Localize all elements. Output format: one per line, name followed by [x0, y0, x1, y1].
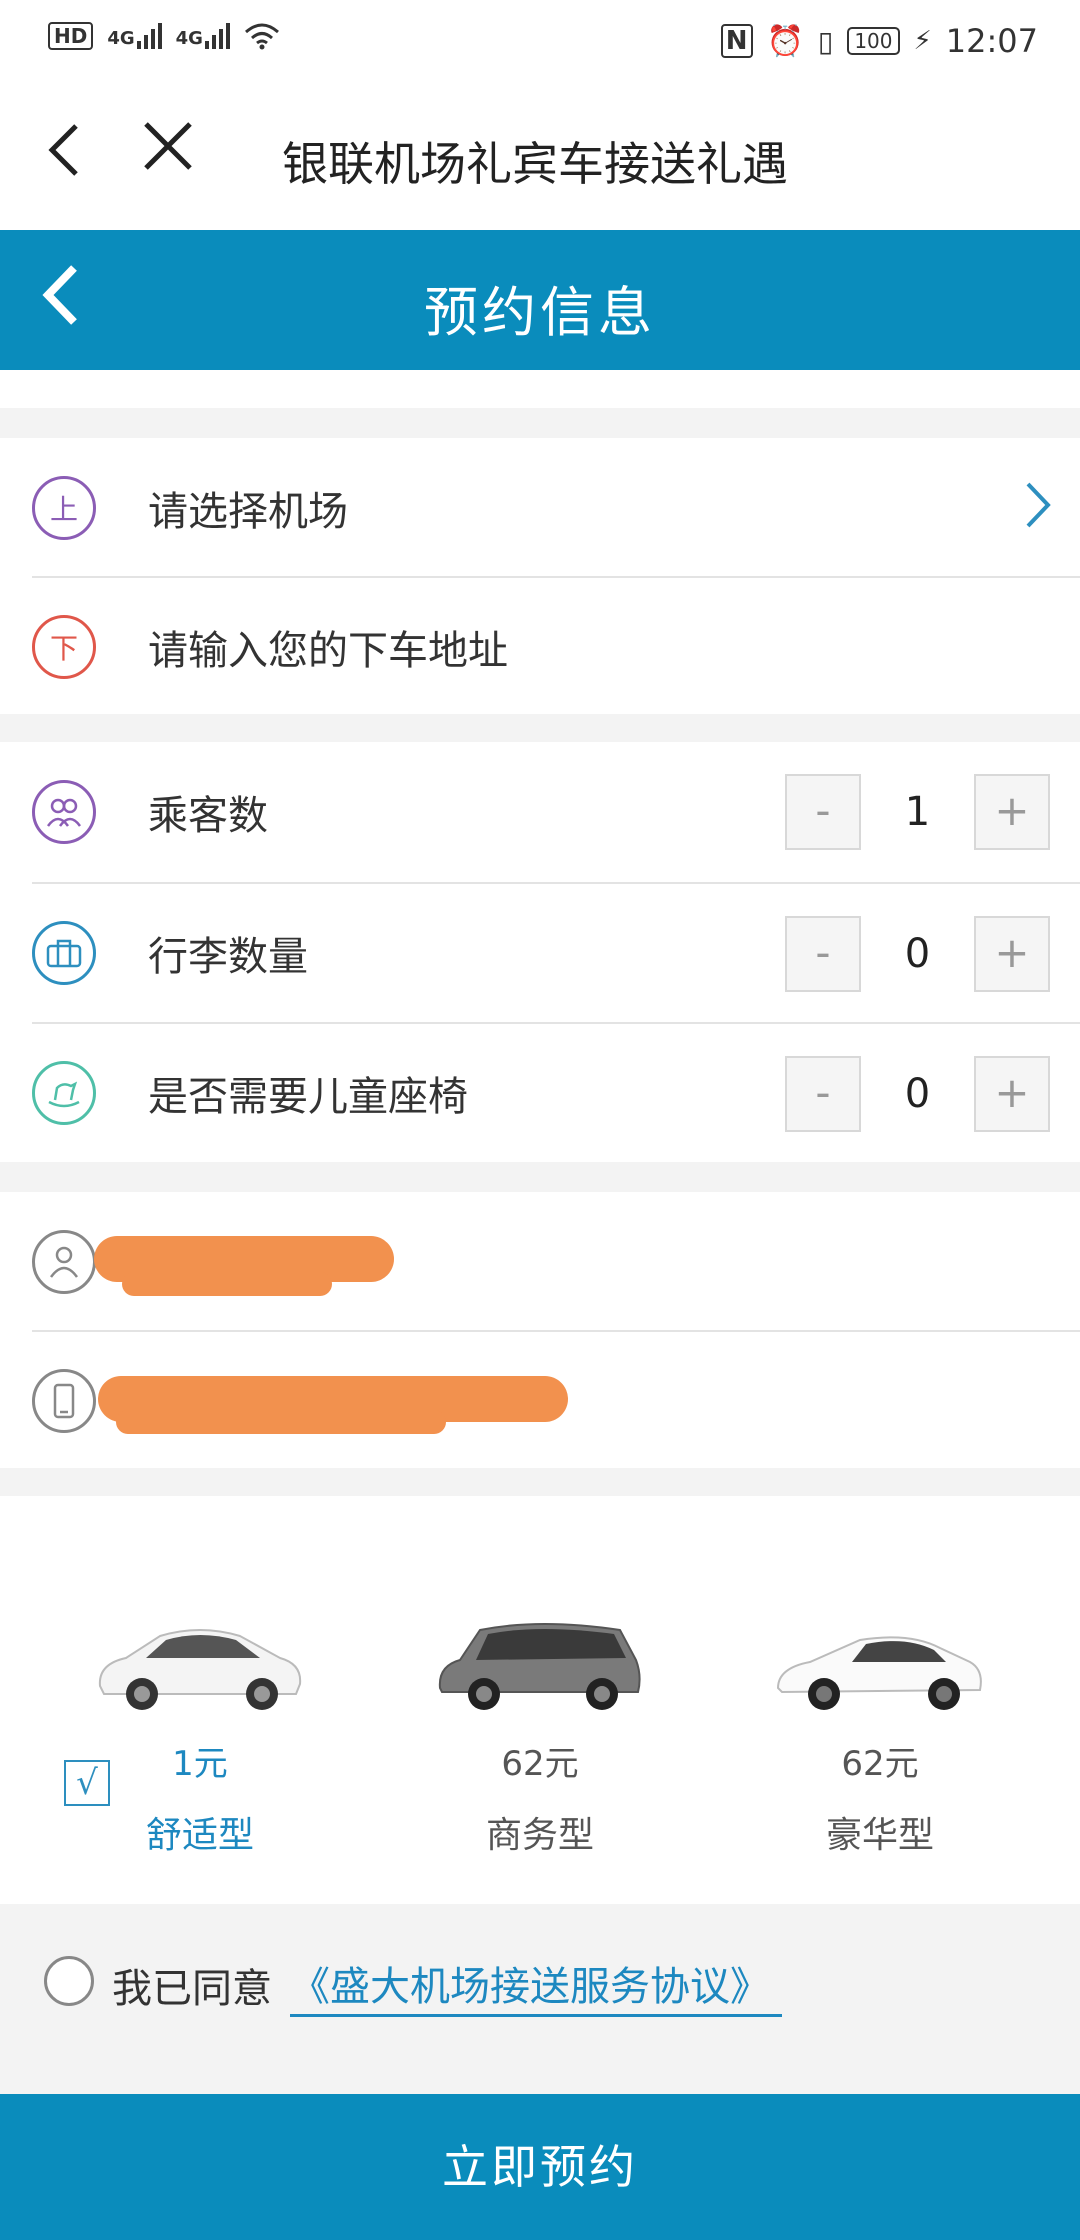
car-option-luxury[interactable]: 62元 豪华型: [740, 1496, 1020, 1904]
book-now-button[interactable]: 立即预约: [0, 2094, 1080, 2240]
car-price: 62元: [841, 1744, 919, 1784]
child-seat-value: 0: [904, 1071, 931, 1117]
child-seat-row: 是否需要儿童座椅 - 0 +: [32, 1022, 1080, 1162]
redacted-name-scribble: [122, 1272, 332, 1296]
child-seat-label: 是否需要儿童座椅: [148, 1074, 468, 1120]
car-option-comfort[interactable]: 1元 舒适型: [60, 1496, 340, 1904]
sedan-car-icon: [98, 1629, 302, 1710]
nfc-icon: N: [720, 24, 753, 58]
luggage-count-value: 0: [904, 931, 931, 977]
vibrate-icon: ▯: [817, 24, 834, 58]
contact-phone-row[interactable]: [32, 1330, 1080, 1470]
counts-card: 乘客数 - 1 + 行李数量 - 0 + 是否需要儿童座椅 - 0 +: [0, 742, 1080, 1162]
car-type-selector: 1元 舒适型 62元 商务型 62元 豪华型: [0, 1496, 1080, 1904]
luggage-count-row: 行李数量 - 0 +: [32, 882, 1080, 1022]
alarm-icon: ⏰: [766, 23, 804, 59]
app-header: 预约信息: [0, 230, 1080, 370]
clock: 12:07: [945, 22, 1038, 60]
browser-title: 银联机场礼宾车接送礼遇: [282, 137, 788, 191]
browser-toolbar: 银联机场礼宾车接送礼遇: [0, 80, 1080, 230]
car-price: 62元: [501, 1744, 579, 1784]
dropoff-badge-icon: 下: [32, 615, 96, 679]
luggage-minus-button[interactable]: -: [785, 916, 861, 992]
status-bar: HD 4G 4G N ⏰ ▯ 100 ⚡ 12:07: [0, 0, 1080, 80]
person-icon: [32, 1230, 96, 1294]
signal-2-icon: 4G: [176, 23, 230, 49]
passenger-minus-button[interactable]: -: [785, 774, 861, 850]
page-title: 预约信息: [424, 281, 656, 344]
redacted-phone-scribble: [116, 1410, 446, 1434]
charging-icon: ⚡: [913, 26, 932, 56]
agreement-section: 我已同意 《盛大机场接送服务协议》: [0, 1904, 1080, 2094]
passengers-icon: [32, 780, 96, 844]
child-seat-stepper: - 0 +: [785, 1056, 1050, 1132]
pickup-badge-icon: 上: [32, 476, 96, 540]
child-seat-plus-button[interactable]: +: [974, 1056, 1050, 1132]
dropoff-address-row[interactable]: 下 请输入您的下车地址: [32, 576, 1080, 716]
scroll-strip: [0, 370, 1080, 408]
coupe-car-icon: [776, 1636, 982, 1710]
car-type-label: 商务型: [485, 1815, 594, 1856]
hd-badge: HD: [48, 22, 94, 50]
signal-1-icon: 4G: [107, 23, 162, 49]
battery-indicator: 100: [847, 27, 900, 55]
passenger-count-label: 乘客数: [148, 793, 268, 839]
child-seat-icon: [32, 1061, 96, 1125]
phone-icon: [32, 1369, 96, 1433]
browser-back-icon[interactable]: [44, 120, 94, 190]
car-type-label: 舒适型: [145, 1815, 254, 1856]
pickup-airport-row[interactable]: 上 请选择机场: [32, 438, 1080, 578]
contact-name-row[interactable]: [32, 1192, 1080, 1332]
passenger-count-row: 乘客数 - 1 +: [32, 742, 1080, 882]
agreement-link[interactable]: 《盛大机场接送服务协议》: [290, 1954, 782, 2017]
status-right: N ⏰ ▯ 100 ⚡ 12:07: [720, 22, 1038, 60]
passenger-stepper: - 1 +: [785, 774, 1050, 850]
agree-prefix: 我已同意: [112, 1966, 272, 2012]
pickup-airport-label: 请选择机场: [148, 489, 348, 535]
child-seat-minus-button[interactable]: -: [785, 1056, 861, 1132]
agree-radio[interactable]: [44, 1956, 94, 2006]
luggage-plus-button[interactable]: +: [974, 916, 1050, 992]
passenger-plus-button[interactable]: +: [974, 774, 1050, 850]
wifi-icon: [244, 23, 279, 50]
status-left: HD 4G 4G: [48, 22, 280, 50]
comfort-selected-checkbox[interactable]: √: [64, 1760, 110, 1806]
car-option-business[interactable]: 62元 商务型: [400, 1496, 680, 1904]
dropoff-address-input[interactable]: 请输入您的下车地址: [148, 618, 508, 676]
luggage-icon: [32, 921, 96, 985]
chevron-right-icon: [1024, 480, 1052, 543]
luggage-stepper: - 0 +: [785, 916, 1050, 992]
car-type-label: 豪华型: [825, 1815, 934, 1856]
location-card: 上 请选择机场 下 请输入您的下车地址: [0, 438, 1080, 714]
passenger-count-value: 1: [904, 789, 931, 835]
contact-card: [0, 1192, 1080, 1468]
luggage-count-label: 行李数量: [148, 934, 308, 980]
minivan-car-icon: [438, 1623, 641, 1710]
browser-close-icon[interactable]: [140, 118, 200, 188]
